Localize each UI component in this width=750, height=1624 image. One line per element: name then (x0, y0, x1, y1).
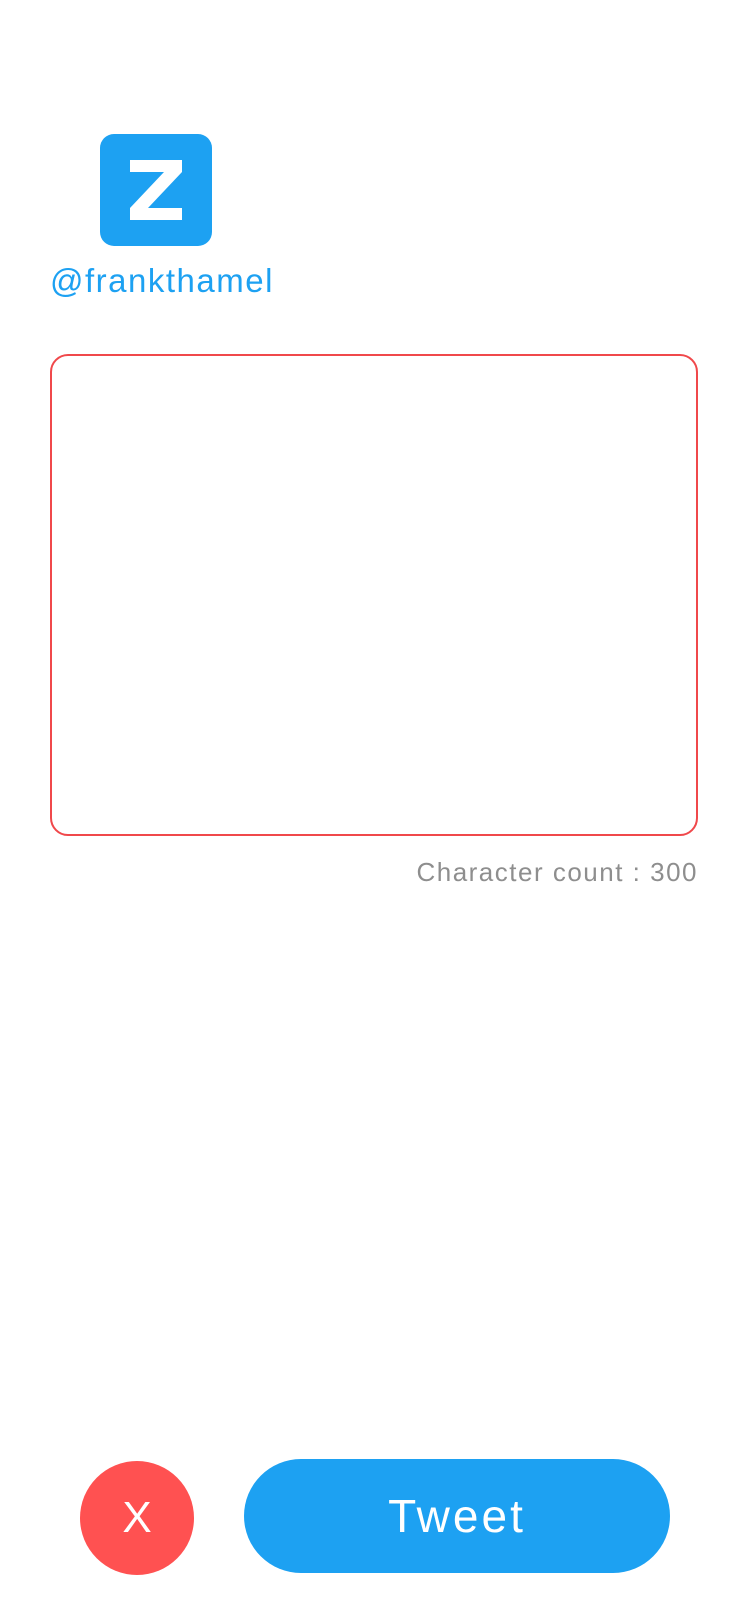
tweet-button[interactable]: Tweet (244, 1459, 670, 1573)
z-letter-icon (130, 160, 182, 220)
character-count-label: Character count : 300 (416, 857, 698, 887)
app-logo-icon (100, 134, 212, 246)
cancel-button[interactable]: X (80, 1461, 194, 1575)
username-label: @frankthamel (50, 262, 274, 299)
tweet-compose-input[interactable] (50, 354, 698, 836)
